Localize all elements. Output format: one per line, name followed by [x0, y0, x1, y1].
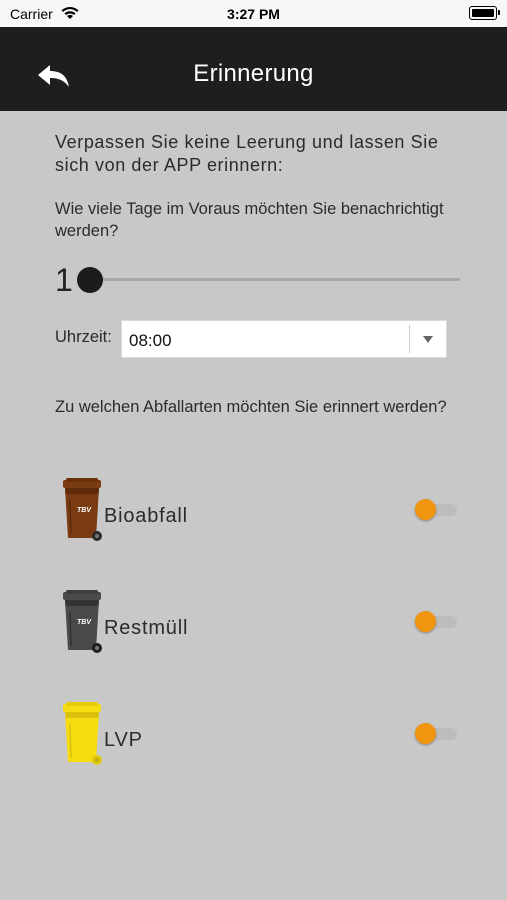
grey-bin-icon: TBV — [63, 590, 102, 653]
toggle-knob — [415, 723, 436, 744]
lvp-toggle[interactable] — [415, 722, 457, 746]
time-row: Uhrzeit: 08:00 — [55, 320, 447, 360]
svg-text:TBV: TBV — [77, 507, 92, 514]
waste-question: Zu welchen Abfallarten möchten Sie erinn… — [55, 398, 447, 416]
restmuell-toggle[interactable] — [415, 610, 457, 634]
waste-name: Restmüll — [104, 617, 189, 639]
time-label: Uhrzeit: — [55, 328, 112, 346]
slider-thumb[interactable] — [77, 267, 103, 293]
intro-text: Verpassen Sie keine Leerung und lassen S… — [55, 132, 439, 175]
status-bar: Carrier 3:27 PM — [0, 0, 507, 27]
waste-row-bioabfall: TBV Bioabfall — [55, 478, 460, 548]
days-slider[interactable]: 1 — [55, 262, 460, 298]
waste-row-lvp: LVP — [55, 702, 460, 772]
time-select[interactable]: 08:00 — [121, 320, 447, 358]
clock: 3:27 PM — [227, 6, 280, 22]
days-question: Wie viele Tage im Voraus möchten Sie ben… — [55, 200, 444, 240]
navigation-bar: Erinnerung — [0, 27, 507, 111]
svg-text:TBV: TBV — [77, 619, 92, 626]
toggle-knob — [415, 611, 436, 632]
page-title: Erinnerung — [193, 60, 314, 87]
slider-track[interactable] — [89, 278, 460, 281]
select-divider — [409, 325, 410, 353]
battery-icon — [469, 6, 500, 20]
waste-name: LVP — [104, 729, 143, 751]
chevron-down-icon — [423, 336, 433, 343]
waste-name: Bioabfall — [104, 505, 188, 527]
days-value: 1 — [55, 262, 73, 298]
waste-row-restmuell: TBV Restmüll — [55, 590, 460, 660]
brown-bin-icon: TBV — [63, 478, 102, 541]
bioabfall-toggle[interactable] — [415, 498, 457, 522]
time-value: 08:00 — [129, 331, 172, 350]
toggle-knob — [415, 499, 436, 520]
yellow-bin-icon — [63, 702, 102, 765]
